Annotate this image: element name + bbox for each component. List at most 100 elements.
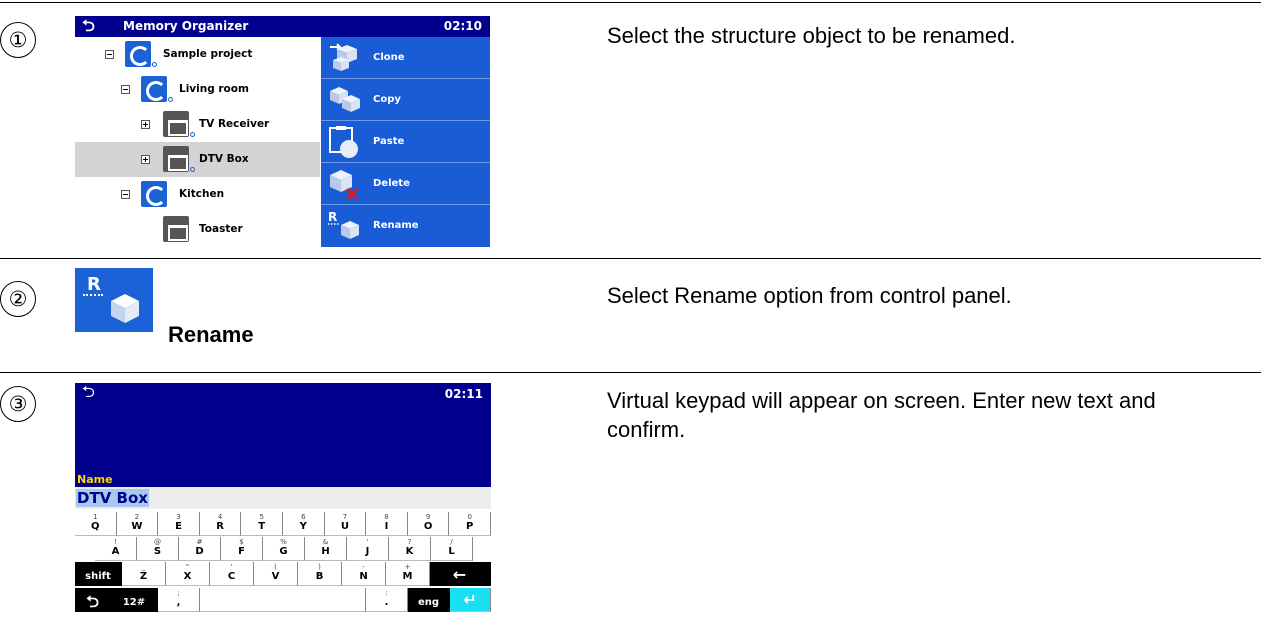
key-secondary-char: 3 <box>176 513 181 521</box>
key-h[interactable]: & H <box>305 537 347 561</box>
numeric-key[interactable]: 12# <box>111 588 158 612</box>
key-s[interactable]: @ S <box>137 537 179 561</box>
key-secondary-char: 0 <box>467 513 472 521</box>
key-p[interactable]: 0P <box>449 512 491 536</box>
key-secondary-char: 4 <box>217 513 223 521</box>
key-primary-char: B <box>315 571 324 582</box>
expand-icon[interactable] <box>141 120 150 129</box>
paste-label: Paste <box>373 136 405 147</box>
location-icon <box>141 181 167 207</box>
key-secondary-char: ? <box>407 538 412 546</box>
rename-label: Rename <box>373 220 419 231</box>
delete-label: Delete <box>373 178 410 189</box>
key-u[interactable]: 7U <box>324 512 367 536</box>
location-icon <box>141 76 167 102</box>
backspace-key[interactable]: ← <box>429 562 491 586</box>
key-primary-char: N <box>359 571 368 582</box>
key-secondary-char: ' <box>230 563 233 571</box>
back-icon[interactable]: ⮌ <box>82 16 95 35</box>
back-key[interactable]: ⮌ <box>75 588 111 612</box>
rename-icon: R <box>327 209 363 243</box>
rename-button[interactable]: R Rename <box>321 205 490 247</box>
key-y[interactable]: 6Y <box>283 512 325 536</box>
key-t[interactable]: 5T <box>241 512 283 536</box>
key-secondary-char: 9 <box>425 513 431 521</box>
key-c[interactable]: ' C <box>210 562 254 586</box>
language-key[interactable]: eng <box>408 588 450 612</box>
rename-letter: R <box>87 274 101 295</box>
key-primary-char: L <box>448 546 455 557</box>
space-key[interactable] <box>200 588 366 612</box>
key-primary-char: S <box>153 546 162 557</box>
tree-node-living-room[interactable]: Living room <box>75 72 320 107</box>
key-primary-char: Y <box>299 521 307 532</box>
virtual-keyboard: shift ← ⮌ 12# ; , : . eng ↵ 1Q2W3E4R5T6Y… <box>75 512 491 618</box>
key-primary-char: A <box>111 546 120 557</box>
name-input-value: DTV Box <box>76 489 149 507</box>
collapse-icon[interactable] <box>105 50 114 59</box>
name-input[interactable]: DTV Box <box>75 487 491 509</box>
key-secondary-char: % <box>280 538 287 546</box>
key-m[interactable]: + M <box>386 562 430 586</box>
step-number: ③ <box>0 386 36 422</box>
key-primary-char: Q <box>91 521 100 532</box>
key-primary-char: P <box>466 521 474 532</box>
key-n[interactable]: -N <box>342 562 386 586</box>
tree-node-kitchen[interactable]: Kitchen <box>75 177 320 212</box>
key-secondary-char: 2 <box>134 513 140 521</box>
key-w[interactable]: 2W <box>116 512 159 536</box>
back-icon[interactable]: ⮌ <box>82 383 95 402</box>
key-primary-char: U <box>340 521 349 532</box>
comma-key[interactable]: ; , <box>158 588 200 612</box>
key-o[interactable]: 9O <box>407 512 450 536</box>
tree-node-toaster[interactable]: Toaster <box>75 212 320 247</box>
key-r[interactable]: 4R <box>199 512 242 536</box>
step-description: Select the structure object to be rename… <box>607 23 1016 48</box>
key-f[interactable]: $ F <box>221 537 263 561</box>
key-v[interactable]: (V <box>254 562 298 586</box>
key-primary-char: K <box>405 546 414 557</box>
key-b[interactable]: ) B <box>298 562 342 586</box>
memory-organizer-screen: ⮌ Memory Organizer 02:10 Sample project … <box>75 16 490 247</box>
key-q[interactable]: 1Q <box>75 512 117 536</box>
key-a[interactable]: ! A <box>95 537 137 561</box>
delete-button[interactable]: Delete <box>321 163 490 205</box>
tree-node-label: Kitchen <box>179 188 225 200</box>
paste-button[interactable]: Paste <box>321 121 490 163</box>
key-g[interactable]: % G <box>263 537 305 561</box>
key-primary-char: H <box>321 546 330 557</box>
expand-icon[interactable] <box>141 155 150 164</box>
key-d[interactable]: # D <box>179 537 221 561</box>
key-secondary-char: 7 <box>342 513 348 521</box>
shift-key[interactable]: shift <box>75 562 122 586</box>
copy-button[interactable]: Copy <box>321 79 490 121</box>
tree-node-sample-project[interactable]: Sample project <box>75 37 320 72</box>
key-x[interactable]: " X <box>166 562 210 586</box>
key-z[interactable]: _ Z <box>122 562 166 586</box>
tree-node-tv-receiver[interactable]: TV Receiver <box>75 107 320 142</box>
field-label: Name <box>77 473 113 486</box>
structure-tree: Sample project Living room TV Receiver D… <box>75 37 320 247</box>
key-i[interactable]: 8I <box>366 512 408 536</box>
enter-key[interactable]: ↵ <box>450 588 491 612</box>
step-description: Virtual keypad will appear on screen. En… <box>607 388 1156 442</box>
key-primary-char: J <box>365 546 370 557</box>
key-e[interactable]: 3E <box>158 512 200 536</box>
key-primary-char: R <box>216 521 224 532</box>
collapse-icon[interactable] <box>121 190 130 199</box>
dot-key[interactable]: : . <box>366 588 408 612</box>
key-j[interactable]: ' J <box>347 537 389 561</box>
appliance-icon <box>163 111 189 137</box>
tree-node-dtv-box[interactable]: DTV Box <box>75 142 320 177</box>
key-l[interactable]: / L <box>431 537 473 561</box>
paste-icon <box>327 125 363 159</box>
key-secondary-char: " <box>185 563 190 571</box>
clock: 02:11 <box>444 387 483 401</box>
key-k[interactable]: ? K <box>389 537 431 561</box>
rename-button[interactable]: R <box>75 268 153 332</box>
status-dot-icon <box>190 132 195 137</box>
clone-button[interactable]: Clone <box>321 37 490 79</box>
key-primary-char: M <box>402 571 413 582</box>
delete-icon <box>327 167 363 201</box>
collapse-icon[interactable] <box>121 85 130 94</box>
